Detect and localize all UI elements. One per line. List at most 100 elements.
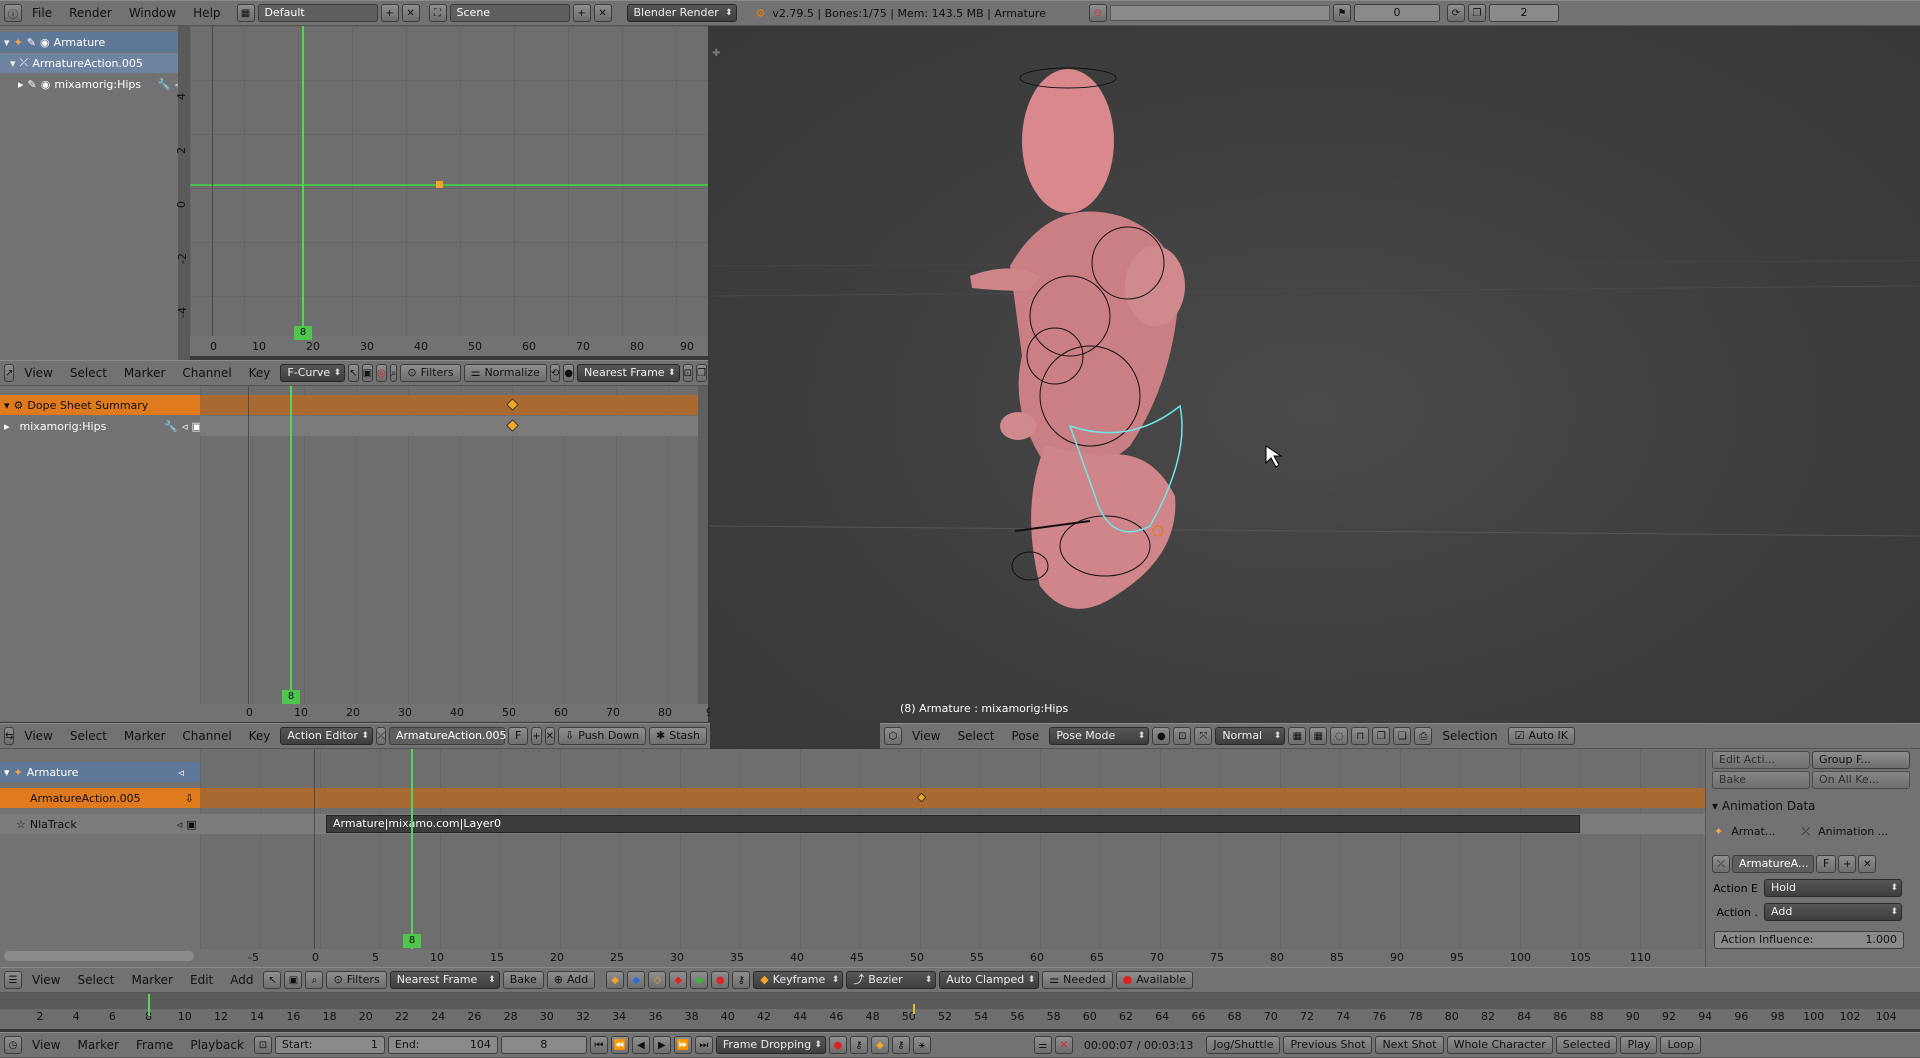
layout-grid-icon[interactable]: ▦	[236, 4, 255, 22]
dopesheet-mode-dropdown[interactable]: Action Editor	[280, 727, 373, 745]
nla-current-frame-badge[interactable]: 8	[403, 934, 421, 948]
expand-icon[interactable]: ▾	[4, 36, 10, 49]
menu-view[interactable]: View	[17, 361, 59, 385]
menu-playback[interactable]: Playback	[183, 1033, 251, 1057]
select-icon[interactable]: ↖	[263, 971, 282, 989]
render-icon[interactable]: ⎙	[1414, 727, 1433, 745]
channel-action[interactable]: ▾ ⤫ ArmatureAction.005	[0, 53, 178, 73]
action-push-icon[interactable]: ⇩	[185, 792, 194, 805]
menu-window[interactable]: Window	[122, 1, 183, 25]
3d-view-icon[interactable]: ⬡	[884, 727, 902, 745]
snap-dropdown[interactable]: Nearest Frame	[576, 364, 680, 382]
menu-add[interactable]: Add	[223, 968, 260, 992]
manipulator-icon[interactable]: ⤧	[1194, 727, 1213, 745]
copy-icon[interactable]: ❐	[695, 364, 707, 382]
push-down-button[interactable]: ⇩ Push Down	[558, 727, 647, 745]
interpolation-dropdown[interactable]: ⤴ Bezier	[846, 971, 937, 989]
blending-dropdown[interactable]: Add	[1764, 903, 1902, 921]
speaker-icon[interactable]: ◃	[182, 420, 188, 433]
sync-icon[interactable]: ⟳	[1446, 4, 1465, 22]
frame-field-2[interactable]: 2	[1488, 4, 1559, 22]
needed-button[interactable]: ⚌ Needed	[1042, 971, 1113, 989]
jump-start-icon[interactable]: ⏮	[589, 1036, 608, 1054]
channel-summary[interactable]: ▾ ⚙ Dope Sheet Summary	[0, 395, 200, 415]
nla-strip[interactable]: Armature|mixamo.com|Layer0	[326, 815, 1580, 833]
copy-pose-icon[interactable]: ❐	[1372, 727, 1391, 745]
add-icon[interactable]: +	[1838, 855, 1857, 873]
nla-editor-icon[interactable]: ☰	[4, 971, 22, 989]
menu-frame[interactable]: Frame	[129, 1033, 180, 1057]
bake-button[interactable]: Bake	[502, 971, 544, 989]
menu-view[interactable]: View	[17, 724, 59, 748]
menu-edit[interactable]: Edit	[183, 968, 220, 992]
screen-layout-field[interactable]: Default	[257, 4, 378, 22]
auto-ik-toggle[interactable]: ☑ Auto IK	[1507, 727, 1575, 745]
dopesheet-area[interactable]	[200, 386, 700, 704]
viewport-3d[interactable]: (8) Armature : mixamorig:Hips	[710, 26, 1920, 723]
snap-icon[interactable]: ⊓	[1351, 727, 1370, 745]
action-name-field[interactable]: ArmatureAction.005	[388, 727, 507, 745]
scene-icon[interactable]: ⛶	[428, 4, 447, 22]
normalize-button[interactable]: ⚌ Normalize	[463, 364, 547, 382]
menu-marker[interactable]: Marker	[117, 361, 172, 385]
keyframe-type-dropdown[interactable]: ◆ Keyframe	[753, 971, 844, 989]
jog-shuttle-button[interactable]: Jog/Shuttle	[1206, 1036, 1281, 1054]
handle-dropdown[interactable]: Auto Clamped	[939, 971, 1040, 989]
menu-channel[interactable]: Channel	[175, 361, 238, 385]
key-yellow-icon[interactable]: ◆	[606, 971, 625, 989]
play-button[interactable]: Play	[1620, 1036, 1658, 1054]
menu-view[interactable]: View	[25, 1033, 67, 1057]
snap-dropdown[interactable]: Nearest Frame	[389, 971, 500, 989]
eye-icon[interactable]: ◉	[41, 78, 51, 91]
pivot-icon[interactable]: ●	[563, 364, 574, 382]
camera-icon[interactable]: ⊡	[682, 364, 693, 382]
expand-icon[interactable]: ▾	[4, 766, 10, 779]
action-browse-icon[interactable]: ⤫	[375, 727, 386, 745]
menu-key[interactable]: Key	[242, 361, 278, 385]
record-icon[interactable]: ●	[828, 1036, 847, 1054]
action-browse-icon[interactable]: ⤫	[1712, 855, 1730, 873]
loop-button[interactable]: Loop	[1660, 1036, 1701, 1054]
unlink-icon[interactable]: ✕	[1858, 855, 1877, 873]
sync-dropdown[interactable]: Frame Dropping	[715, 1036, 826, 1054]
frame-field[interactable]: 0	[1353, 4, 1440, 22]
whole-character-button[interactable]: Whole Character	[1446, 1036, 1553, 1054]
menu-channel[interactable]: Channel	[175, 724, 238, 748]
extrapolation-dropdown[interactable]: Hold	[1764, 879, 1902, 897]
nla-track-armature[interactable]: ▾ ✦ Armature ◃	[0, 762, 200, 782]
key-red-icon[interactable]: ◆	[669, 971, 688, 989]
next-shot-button[interactable]: Next Shot	[1375, 1036, 1444, 1054]
key-green-icon[interactable]: ◆	[690, 971, 709, 989]
play-reverse-icon[interactable]: ◀	[631, 1036, 650, 1054]
speaker-icon[interactable]: ◃	[178, 766, 184, 779]
ghost-icon[interactable]: ▣	[361, 364, 374, 382]
menu-select[interactable]: Select	[70, 968, 121, 992]
action-field[interactable]: ArmatureA...	[1732, 855, 1814, 873]
timeline-editor-icon[interactable]: ◷	[4, 1036, 22, 1054]
keying-set-icon[interactable]: ⚷	[849, 1036, 868, 1054]
expand-icon[interactable]: ▸	[4, 420, 10, 433]
add-button[interactable]: ⊕ Add	[546, 971, 596, 989]
influence-field[interactable]: Action Influence: 1.000	[1714, 931, 1904, 949]
menu-marker[interactable]: Marker	[125, 968, 180, 992]
menu-view[interactable]: View	[25, 968, 67, 992]
keying-icon[interactable]: ⚷	[732, 971, 751, 989]
pivot-icon[interactable]: ⊡	[1173, 727, 1192, 745]
graph-current-frame-badge[interactable]: 8	[294, 326, 312, 340]
close-icon[interactable]: ✕	[1054, 1036, 1073, 1054]
menu-select[interactable]: Select	[63, 724, 114, 748]
graph-editor-icon[interactable]: ↗	[4, 364, 15, 382]
filters-button[interactable]: ⊙ Filters	[326, 971, 387, 989]
menu-pose[interactable]: Pose	[1005, 724, 1047, 748]
key-orange-icon[interactable]: ◇	[648, 971, 667, 989]
dopesheet-current-frame-badge[interactable]: 8	[282, 690, 300, 704]
armature-short-label[interactable]: Armat...	[1731, 825, 1775, 839]
layer-grid-icon-2[interactable]: ▦	[1309, 727, 1328, 745]
target-icon[interactable]: ◎	[376, 364, 387, 382]
key-blue-icon[interactable]: ◆	[627, 971, 646, 989]
nla-track-action[interactable]: ArmatureAction.005 ⇩	[0, 788, 200, 808]
viewport-side-widget[interactable]: ✚	[712, 48, 724, 60]
graph-area[interactable]	[190, 26, 708, 336]
menu-key[interactable]: Key	[242, 724, 278, 748]
lock-icon[interactable]: ▣	[186, 818, 196, 831]
